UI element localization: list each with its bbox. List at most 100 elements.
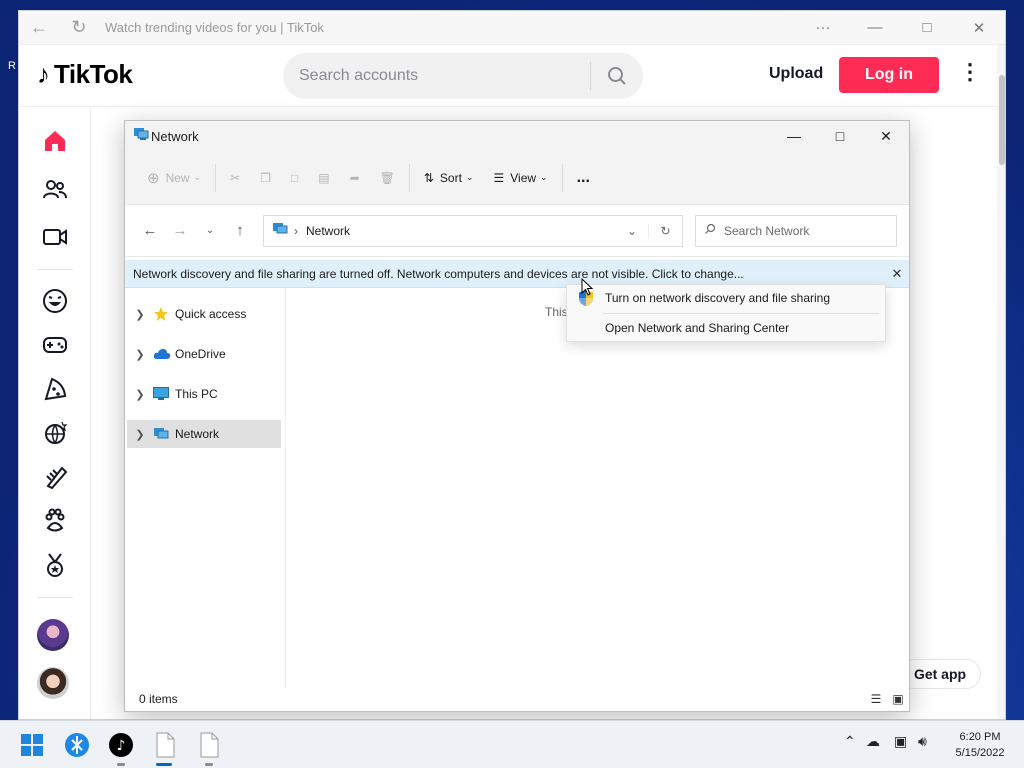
reload-icon[interactable]: ↻ (59, 17, 99, 38)
pane-divider[interactable] (285, 288, 286, 688)
view-button[interactable]: ☰ View ⌄ (483, 162, 557, 194)
animals-icon[interactable] (39, 505, 71, 537)
beauty-icon[interactable] (39, 461, 71, 493)
chevron-right-icon[interactable]: ❯ (127, 348, 153, 361)
search-icon[interactable] (591, 66, 643, 86)
cloud-offline-icon[interactable]: ☁ (866, 733, 880, 750)
infobar-message[interactable]: Network discovery and file sharing are t… (133, 267, 885, 281)
browser-scrollbar[interactable] (997, 45, 1005, 719)
start-windows-icon[interactable] (16, 729, 48, 761)
sports-icon[interactable] (39, 549, 71, 581)
close-button[interactable]: ✕ (863, 128, 909, 145)
file-icon[interactable] (149, 729, 181, 761)
delete-icon[interactable]: 🗑︎ (370, 162, 405, 194)
nav-item-label: This PC (175, 387, 218, 401)
search-input[interactable]: Search Network (724, 224, 809, 238)
chevron-down-icon[interactable]: ⌄ (616, 224, 648, 238)
file-icon[interactable] (193, 729, 225, 761)
toolbar-divider (561, 163, 563, 192)
share-icon[interactable]: ➦ (340, 162, 370, 194)
menu-item-turn-on-discovery[interactable]: Turn on network discovery and file shari… (567, 285, 885, 311)
minimize-button[interactable]: — (771, 128, 817, 144)
avatar[interactable] (37, 667, 69, 699)
monitor-icon (153, 387, 175, 401)
food-icon[interactable] (39, 373, 71, 405)
refresh-icon[interactable]: ↻ (648, 223, 682, 238)
browser-title: Watch trending videos for you | TikTok (105, 20, 324, 35)
menu-item-open-sharing-center[interactable]: Open Network and Sharing Center (567, 315, 885, 341)
up-arrow-icon[interactable]: ↑ (225, 222, 255, 239)
comedy-icon[interactable] (39, 285, 71, 317)
network-status-icon[interactable]: ▣ (894, 733, 907, 750)
minimize-button[interactable]: — (849, 19, 901, 36)
avatar[interactable] (37, 619, 69, 651)
search-input[interactable]: Search accounts (283, 67, 590, 85)
dance-icon[interactable] (39, 417, 71, 449)
mouse-cursor (581, 278, 593, 296)
rename-icon[interactable]: ▤ (308, 162, 339, 194)
infobar-context-menu: Turn on network discovery and file shari… (566, 284, 886, 342)
back-arrow-icon[interactable]: ← (135, 222, 165, 239)
breadcrumb[interactable]: Network (298, 224, 616, 238)
gaming-icon[interactable] (39, 329, 71, 361)
sort-label: Sort (439, 170, 462, 185)
more-options-icon[interactable]: ··· (797, 19, 849, 36)
system-clock[interactable]: 6:20 PM 5/15/2022 (944, 729, 1016, 761)
app-icon-bluetooth[interactable] (61, 729, 93, 761)
chevron-right-icon[interactable]: ❯ (127, 428, 153, 441)
scrollbar-thumb[interactable] (999, 75, 1005, 165)
forward-arrow-icon[interactable]: → (165, 222, 195, 239)
login-button[interactable]: Log in (839, 57, 939, 93)
nav-item-quick-access[interactable]: ❯ Quick access (127, 300, 281, 328)
desktop-partial-label: R (8, 60, 16, 72)
plus-icon: ⊕ (147, 169, 160, 187)
nav-item-this-pc[interactable]: ❯ This PC (127, 380, 281, 408)
see-more-button[interactable]: ... (567, 162, 600, 194)
tiktok-sidebar (19, 107, 91, 719)
nav-item-network[interactable]: ❯ Network (127, 420, 281, 448)
maximize-button[interactable]: □ (817, 128, 863, 144)
following-icon[interactable] (39, 173, 71, 205)
explorer-toolbar: ⊕ New ⌄ ✂ ❐ □ ▤ ➦ 🗑︎ ⇅ Sort ⌄ ☰ View ⌄ .… (125, 151, 909, 205)
chevron-up-icon[interactable]: ⌃ (844, 733, 856, 750)
upload-button[interactable]: Upload (769, 65, 823, 83)
menu-item-label: Open Network and Sharing Center (605, 321, 790, 335)
details-view-icon[interactable]: ☰ (865, 692, 887, 706)
chevron-right-icon[interactable]: ❯ (127, 308, 153, 321)
maximize-button[interactable]: □ (901, 19, 953, 36)
cut-icon[interactable]: ✂ (220, 162, 250, 194)
nav-item-label: Network (175, 427, 220, 441)
recent-locations-icon[interactable]: ⌄ (195, 225, 225, 236)
paste-icon[interactable]: □ (281, 162, 308, 194)
search-bar[interactable]: Search accounts (283, 53, 643, 99)
network-icon (125, 127, 149, 146)
copy-icon[interactable]: ❐ (250, 162, 281, 194)
address-row: ← → ⌄ ↑ › Network ⌄ ↻ Search Network (125, 205, 909, 257)
taskbar: ♪ ⌃ ☁ ▣ 🔊︎ 6:20 PM 5/15/2022 (0, 720, 1024, 768)
new-button[interactable]: ⊕ New ⌄ (137, 162, 211, 194)
toolbar-divider (408, 163, 410, 192)
back-arrow-icon[interactable]: ← (19, 17, 59, 38)
nav-item-label: OneDrive (175, 347, 226, 361)
kebab-menu-icon[interactable]: ⋮ (959, 59, 981, 85)
live-icon[interactable] (39, 221, 71, 253)
chevron-down-icon: ⌄ (193, 172, 202, 182)
home-icon[interactable] (39, 125, 71, 157)
toolbar-divider (215, 163, 217, 192)
sidebar-divider (37, 269, 73, 270)
sidebar-divider (37, 597, 73, 598)
tiktok-app-icon[interactable]: ♪ (105, 729, 137, 761)
tiles-view-icon[interactable]: ▣ (887, 692, 909, 706)
get-app-button[interactable]: Get app (899, 659, 981, 689)
address-bar[interactable]: › Network ⌄ ↻ (263, 214, 683, 247)
chevron-right-icon[interactable]: ❯ (127, 388, 153, 401)
tiktok-logo[interactable]: ♪ TikTok (37, 59, 133, 90)
new-label: New (165, 170, 190, 185)
sort-button[interactable]: ⇅ Sort ⌄ (414, 162, 484, 194)
nav-item-onedrive[interactable]: ❯ OneDrive (127, 340, 281, 368)
close-button[interactable]: ✕ (953, 19, 1005, 37)
close-icon[interactable]: ✕ (885, 266, 909, 282)
tiktok-header: ♪ TikTok Search accounts Upload Log in ⋮ (19, 45, 1005, 107)
search-network-field[interactable]: Search Network (695, 214, 897, 247)
volume-icon[interactable]: 🔊︎ (918, 733, 927, 750)
